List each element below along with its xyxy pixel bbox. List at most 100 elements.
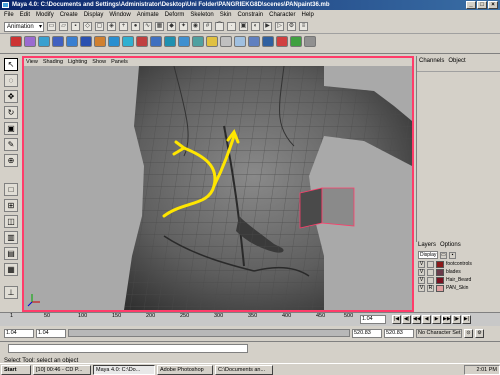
character-set-select[interactable]: No Character Set bbox=[416, 328, 462, 338]
hypergraph-layout-icon[interactable]: ▦ bbox=[4, 263, 18, 276]
cube-object[interactable] bbox=[299, 187, 355, 229]
shelf-attribute-icon[interactable] bbox=[304, 36, 316, 47]
render-globals-icon[interactable]: ⚙ bbox=[287, 22, 296, 31]
step-back-icon[interactable]: ◀| bbox=[402, 315, 411, 324]
start-time-field[interactable]: 1.04 bbox=[4, 328, 34, 338]
persp-outliner-layout-icon[interactable]: ▥ bbox=[4, 231, 18, 244]
maximize-button[interactable]: □ bbox=[477, 1, 487, 9]
open-scene-icon[interactable]: ▱ bbox=[59, 22, 68, 31]
layer-visibility-toggle[interactable]: V bbox=[418, 284, 425, 292]
select-curve-icon[interactable]: ∿ bbox=[143, 22, 152, 31]
go-to-end-icon[interactable]: ▶| bbox=[462, 315, 471, 324]
shelf-cylinder-icon[interactable] bbox=[66, 36, 78, 47]
range-track[interactable] bbox=[68, 329, 350, 337]
animation-prefs-icon[interactable]: ⚙ bbox=[475, 328, 484, 338]
object-mode-icon[interactable]: ▢ bbox=[95, 22, 104, 31]
shelf-nurbs-icon[interactable] bbox=[24, 36, 36, 47]
shelf-camera-icon[interactable] bbox=[220, 36, 232, 47]
start-button[interactable]: Start bbox=[1, 364, 31, 375]
snap-grid-icon[interactable]: # bbox=[203, 22, 212, 31]
playback-end-field[interactable]: 520.83 bbox=[352, 328, 382, 338]
layer-visibility-toggle[interactable]: V bbox=[418, 260, 425, 268]
panel-menu-panels[interactable]: Panels bbox=[111, 58, 128, 66]
panel-menu-shading[interactable]: Shading bbox=[43, 58, 63, 66]
layer-row[interactable]: V R PAN_Skin bbox=[416, 284, 500, 292]
panel-menu-show[interactable]: Show bbox=[92, 58, 106, 66]
step-back-key-icon[interactable]: ◀◀ bbox=[412, 315, 421, 324]
play-forward-icon[interactable]: ▶ bbox=[432, 315, 441, 324]
snap-point-icon[interactable]: · bbox=[227, 22, 236, 31]
menu-create[interactable]: Create bbox=[60, 12, 78, 18]
layer-color-swatch[interactable] bbox=[436, 268, 444, 276]
shelf-poly-torus-icon[interactable] bbox=[192, 36, 204, 47]
layer-color-swatch[interactable] bbox=[436, 260, 444, 268]
scale-tool-icon[interactable]: ▣ bbox=[4, 122, 18, 135]
taskbar-button-maya[interactable]: Maya 4.0: C:\Do... bbox=[93, 364, 155, 375]
menu-skin[interactable]: Skin bbox=[220, 12, 232, 18]
mel-command-input[interactable] bbox=[8, 344, 248, 353]
layer-type-toggle[interactable] bbox=[427, 268, 434, 276]
menu-character[interactable]: Character bbox=[269, 12, 295, 18]
layer-row[interactable]: V footcontrols bbox=[416, 260, 500, 268]
shelf-cone-icon[interactable] bbox=[80, 36, 92, 47]
four-view-layout-icon[interactable]: ⊞ bbox=[4, 199, 18, 212]
layers-menu[interactable]: Layers bbox=[418, 242, 436, 250]
options-menu[interactable]: Options bbox=[440, 242, 461, 250]
menu-skeleton[interactable]: Skeleton bbox=[190, 12, 213, 18]
mode-select[interactable]: Animation bbox=[4, 21, 44, 32]
lasso-tool-icon[interactable]: ◌ bbox=[4, 74, 18, 87]
shelf-poly-cone-icon[interactable] bbox=[164, 36, 176, 47]
taskbar-button-cdplayer[interactable]: [10] 00:46 - CD P... bbox=[33, 364, 91, 375]
snap-view-icon[interactable]: ▣ bbox=[239, 22, 248, 31]
menu-edit[interactable]: Edit bbox=[20, 12, 30, 18]
select-render-icon[interactable]: ◉ bbox=[191, 22, 200, 31]
menu-animate[interactable]: Animate bbox=[137, 12, 159, 18]
history-icon[interactable]: ◐ bbox=[251, 22, 260, 31]
current-frame-field[interactable]: 1.04 bbox=[360, 315, 386, 324]
shelf-sphere-icon[interactable] bbox=[38, 36, 50, 47]
menu-modify[interactable]: Modify bbox=[36, 12, 54, 18]
layer-color-swatch[interactable] bbox=[436, 276, 444, 284]
layer-type-toggle[interactable] bbox=[427, 276, 434, 284]
ipr-icon[interactable]: ▷ bbox=[275, 22, 284, 31]
menu-file[interactable]: File bbox=[4, 12, 14, 18]
select-dynamic-icon[interactable]: ✦ bbox=[179, 22, 188, 31]
select-deformer-icon[interactable]: ◆ bbox=[167, 22, 176, 31]
panel-menu-lighting[interactable]: Lighting bbox=[68, 58, 87, 66]
shelf-poly-cylinder-icon[interactable] bbox=[150, 36, 162, 47]
render-icon[interactable]: ▶ bbox=[263, 22, 272, 31]
select-surface-icon[interactable]: ▦ bbox=[155, 22, 164, 31]
shelf-torus-icon[interactable] bbox=[108, 36, 120, 47]
shelf-poly-cube-icon[interactable] bbox=[136, 36, 148, 47]
play-backward-icon[interactable]: ◀ bbox=[422, 315, 431, 324]
hierarchy-mode-icon[interactable]: ◇ bbox=[83, 22, 92, 31]
snap-curve-icon[interactable]: ⌒ bbox=[215, 22, 224, 31]
move-tool-icon[interactable]: ✥ bbox=[4, 90, 18, 103]
shelf-cube-icon[interactable] bbox=[52, 36, 64, 47]
menu-help[interactable]: Help bbox=[301, 12, 313, 18]
rotate-tool-icon[interactable]: ↻ bbox=[4, 106, 18, 119]
menu-window[interactable]: Window bbox=[109, 12, 130, 18]
manipulator-tool-icon[interactable]: ⊕ bbox=[4, 154, 18, 167]
auto-key-icon[interactable]: ⊙ bbox=[464, 328, 473, 338]
menu-constrain[interactable]: Constrain bbox=[237, 12, 263, 18]
layer-visibility-toggle[interactable]: V bbox=[418, 276, 425, 284]
two-view-layout-icon[interactable]: ◫ bbox=[4, 215, 18, 228]
shelf-hypergraph-icon[interactable] bbox=[234, 36, 246, 47]
shelf-poly-plane-icon[interactable] bbox=[178, 36, 190, 47]
end-time-field[interactable]: 520.83 bbox=[384, 328, 414, 338]
layer-type-toggle[interactable] bbox=[427, 260, 434, 268]
layer-type-select[interactable]: Display bbox=[418, 251, 438, 259]
step-forward-icon[interactable]: |▶ bbox=[452, 315, 461, 324]
menu-display[interactable]: Display bbox=[84, 12, 104, 18]
save-scene-icon[interactable]: ▪ bbox=[71, 22, 80, 31]
shelf-curve-icon[interactable] bbox=[10, 36, 22, 47]
shelf-light-icon[interactable] bbox=[206, 36, 218, 47]
channel-box-toggle-icon[interactable]: ≡ bbox=[299, 22, 308, 31]
taskbar-button-photoshop[interactable]: Adobe Photoshop bbox=[157, 364, 213, 375]
layer-visibility-toggle[interactable]: V bbox=[418, 268, 425, 276]
layer-row[interactable]: V blades bbox=[416, 268, 500, 276]
component-mode-icon[interactable]: ◈ bbox=[107, 22, 116, 31]
panel-menu-view[interactable]: View bbox=[26, 58, 38, 66]
step-forward-key-icon[interactable]: ▶▶ bbox=[442, 315, 451, 324]
